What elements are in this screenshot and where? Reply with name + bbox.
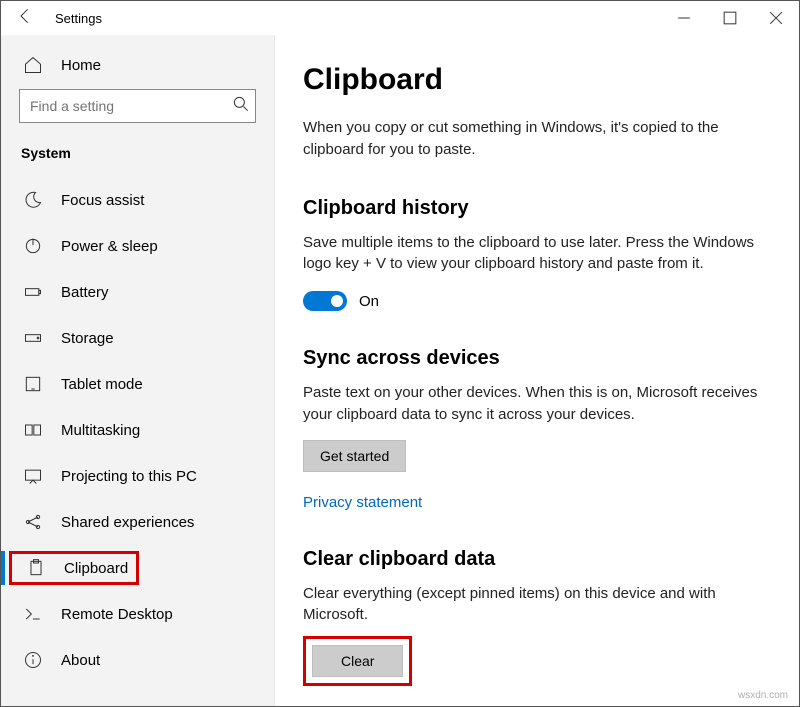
settings-window: Settings Home System Fo [0, 0, 800, 707]
sidebar-item-label: Power & sleep [61, 238, 158, 255]
sidebar-item-battery[interactable]: Battery [1, 269, 274, 315]
home-icon [23, 55, 45, 75]
intro-text: When you copy or cut something in Window… [303, 117, 759, 161]
watermark: wsxdn.com [738, 690, 788, 701]
maximize-button[interactable] [707, 1, 753, 35]
multitask-icon [23, 420, 45, 440]
search-input[interactable] [20, 98, 227, 114]
titlebar: Settings [1, 1, 799, 35]
privacy-link[interactable]: Privacy statement [303, 494, 422, 511]
sidebar-home[interactable]: Home [1, 45, 274, 85]
clear-desc: Clear everything (except pinned items) o… [303, 583, 759, 627]
sidebar-home-label: Home [61, 57, 101, 74]
history-toggle-row: On [303, 291, 759, 311]
sidebar-section-heading: System [1, 137, 274, 177]
clear-heading: Clear clipboard data [303, 548, 759, 571]
sidebar-item-label: Projecting to this PC [61, 468, 197, 485]
body: Home System Focus assist Power & sleep [1, 35, 799, 706]
sidebar-item-tablet-mode[interactable]: Tablet mode [1, 361, 274, 407]
sidebar-nav: Focus assist Power & sleep Battery Stora… [1, 177, 274, 706]
sidebar-item-projecting[interactable]: Projecting to this PC [1, 453, 274, 499]
get-started-button[interactable]: Get started [303, 440, 406, 472]
search-wrap [19, 89, 256, 123]
sidebar-item-label: Shared experiences [61, 514, 194, 531]
sync-heading: Sync across devices [303, 347, 759, 370]
sidebar-item-label: Battery [61, 284, 109, 301]
close-button[interactable] [753, 1, 799, 35]
sidebar-item-storage[interactable]: Storage [1, 315, 274, 361]
sidebar-item-power-sleep[interactable]: Power & sleep [1, 223, 274, 269]
info-icon [23, 650, 45, 670]
page-title: Clipboard [303, 63, 759, 97]
highlight-marker: Clear [303, 636, 412, 686]
sidebar-item-multitasking[interactable]: Multitasking [1, 407, 274, 453]
search-icon [227, 94, 255, 119]
share-icon [23, 512, 45, 532]
minimize-button[interactable] [661, 1, 707, 35]
sidebar-item-label: Remote Desktop [61, 606, 173, 623]
sidebar-item-label: Storage [61, 330, 114, 347]
history-toggle[interactable] [303, 291, 347, 311]
moon-icon [23, 190, 45, 210]
sidebar-item-clipboard[interactable]: Clipboard [1, 545, 274, 591]
clipboard-icon [26, 558, 48, 578]
sidebar-item-focus-assist[interactable]: Focus assist [1, 177, 274, 223]
remote-icon [23, 604, 45, 624]
sidebar-item-label: Multitasking [61, 422, 140, 439]
back-button[interactable] [15, 6, 37, 31]
power-icon [23, 236, 45, 256]
history-desc: Save multiple items to the clipboard to … [303, 232, 759, 276]
window-title: Settings [55, 11, 102, 26]
sidebar-item-label: Clipboard [64, 560, 128, 577]
storage-icon [23, 328, 45, 348]
sidebar-item-about[interactable]: About [1, 637, 274, 683]
sidebar: Home System Focus assist Power & sleep [1, 35, 275, 706]
tablet-icon [23, 374, 45, 394]
sidebar-item-shared-experiences[interactable]: Shared experiences [1, 499, 274, 545]
sidebar-item-remote-desktop[interactable]: Remote Desktop [1, 591, 274, 637]
battery-icon [23, 282, 45, 302]
window-controls [661, 1, 799, 35]
project-icon [23, 466, 45, 486]
content-pane: Clipboard When you copy or cut something… [275, 35, 799, 706]
highlight-marker: Clipboard [9, 551, 139, 585]
sidebar-item-label: About [61, 652, 100, 669]
clear-button[interactable]: Clear [312, 645, 403, 677]
sidebar-item-label: Focus assist [61, 192, 144, 209]
history-heading: Clipboard history [303, 197, 759, 220]
sync-desc: Paste text on your other devices. When t… [303, 382, 759, 426]
sidebar-item-label: Tablet mode [61, 376, 143, 393]
history-toggle-label: On [359, 293, 379, 310]
search-box[interactable] [19, 89, 256, 123]
